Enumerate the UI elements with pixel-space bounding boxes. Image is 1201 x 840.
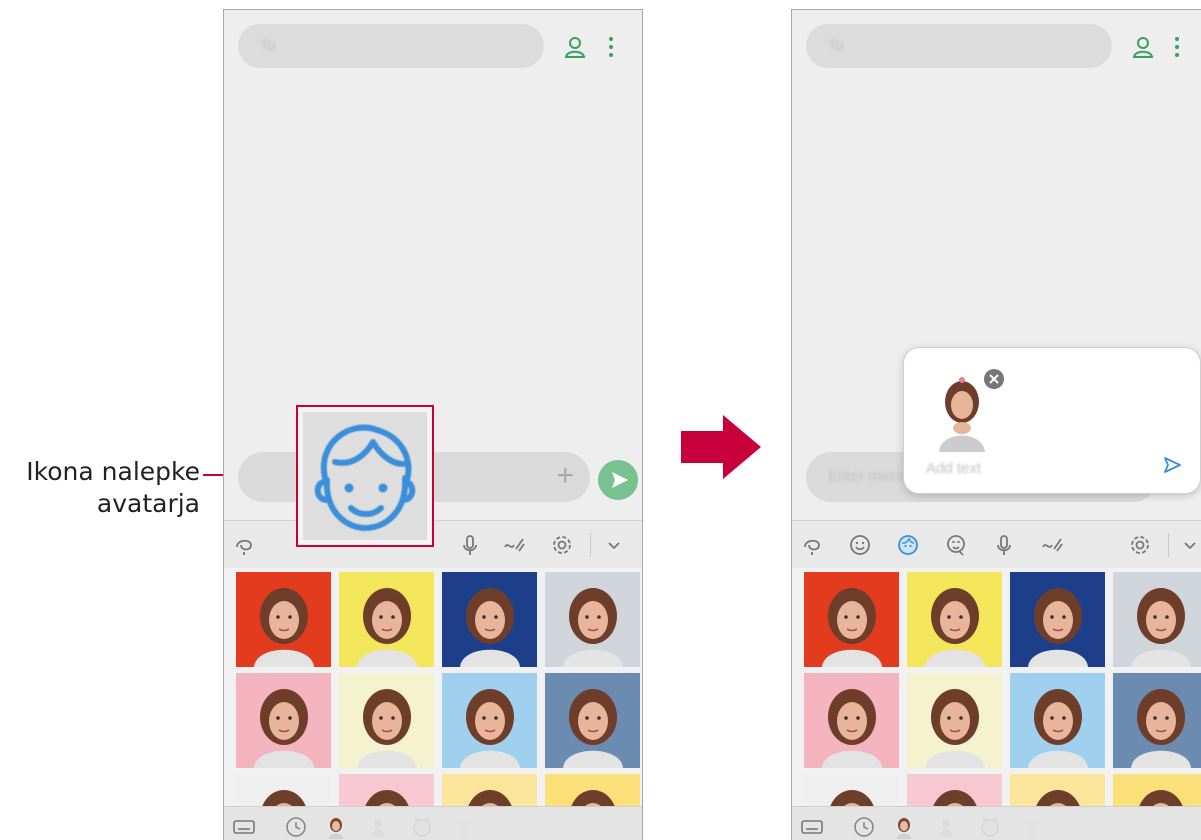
recent-icon[interactable]	[284, 815, 308, 839]
sticker-pack-icon[interactable]	[366, 815, 390, 839]
avatar-sticker-zoom	[296, 405, 434, 547]
contact-icon[interactable]	[1132, 36, 1154, 58]
handwriting-icon[interactable]	[232, 533, 256, 557]
recipient-field[interactable]: To	[238, 24, 544, 68]
gif-icon[interactable]	[944, 533, 968, 557]
send-button[interactable]	[598, 460, 638, 500]
avatar-sticker[interactable]	[545, 572, 640, 667]
recent-icon[interactable]	[852, 815, 876, 839]
keyboard-toolbar	[792, 520, 1201, 568]
sticker-tab-bar	[792, 806, 1201, 840]
microphone-icon[interactable]	[458, 533, 482, 557]
avatar-tab-icon[interactable]	[892, 815, 916, 839]
settings-icon[interactable]	[550, 533, 574, 557]
illustration: Ikona nalepke avatarja To + To Enter mes…	[0, 0, 1201, 840]
callout-line-1: Ikona nalepke	[26, 457, 200, 486]
avatar-sticker[interactable]	[804, 572, 899, 667]
keyboard-icon[interactable]	[800, 815, 824, 839]
remove-sticker-icon[interactable]	[983, 368, 1005, 390]
avatar-sticker[interactable]	[1010, 673, 1105, 768]
avatar-sticker-selected-icon[interactable]	[896, 533, 920, 557]
more-options-icon[interactable]	[1174, 36, 1180, 58]
avatar-sticker[interactable]	[1010, 572, 1105, 667]
animal-sticker-icon[interactable]	[978, 815, 1002, 839]
handwriting-icon[interactable]	[800, 533, 824, 557]
drawing-icon[interactable]	[1040, 533, 1064, 557]
avatar-sticker[interactable]	[907, 572, 1002, 667]
avatar-sticker[interactable]	[1113, 673, 1201, 768]
step-arrow-icon	[681, 415, 761, 479]
send-icon	[612, 472, 628, 488]
sticker-grid	[236, 572, 640, 814]
avatar-sticker[interactable]	[339, 673, 434, 768]
sticker-panel	[792, 568, 1201, 814]
sticker-pack-icon[interactable]	[934, 815, 958, 839]
popup-send-icon[interactable]	[1161, 454, 1183, 476]
microphone-icon[interactable]	[992, 533, 1016, 557]
drawing-icon[interactable]	[502, 533, 526, 557]
top-bar: To	[224, 10, 642, 82]
avatar-tab-icon[interactable]	[324, 815, 348, 839]
zoom-inner	[303, 412, 427, 540]
avatar-sticker[interactable]	[545, 673, 640, 768]
contact-icon[interactable]	[564, 36, 586, 58]
avatar-sticker-icon[interactable]	[303, 412, 427, 540]
toolbar-divider	[590, 533, 591, 557]
sticker-panel	[224, 568, 642, 814]
collapse-icon[interactable]	[602, 533, 626, 557]
recipient-placeholder: To	[260, 37, 276, 54]
animal-sticker-icon[interactable]	[410, 815, 434, 839]
sticker-tab-bar	[224, 806, 642, 840]
settings-icon[interactable]	[1128, 533, 1152, 557]
top-bar: To	[792, 10, 1201, 82]
emoji-icon[interactable]	[848, 533, 872, 557]
toolbar-divider	[1168, 533, 1169, 557]
collapse-icon[interactable]	[1178, 533, 1201, 557]
avatar-sticker[interactable]	[907, 673, 1002, 768]
sticker-grid	[804, 572, 1201, 814]
avatar-sticker[interactable]	[804, 673, 899, 768]
avatar-sticker[interactable]	[236, 572, 331, 667]
avatar-sticker[interactable]	[339, 572, 434, 667]
callout-line-2: avatarja	[96, 489, 200, 518]
popup-text-placeholder: Add text	[926, 460, 982, 477]
avatar-sticker[interactable]	[236, 673, 331, 768]
figure-sticker-icon[interactable]	[1020, 815, 1044, 839]
avatar-sticker[interactable]	[442, 572, 537, 667]
avatar-sticker[interactable]	[1113, 572, 1201, 667]
keyboard-icon[interactable]	[232, 815, 256, 839]
callout-label: Ikona nalepke avatarja	[0, 456, 200, 520]
attach-plus-icon[interactable]: +	[556, 461, 574, 491]
figure-sticker-icon[interactable]	[452, 815, 476, 839]
avatar-sticker[interactable]	[442, 673, 537, 768]
recipient-field[interactable]: To	[806, 24, 1112, 68]
recipient-placeholder: To	[828, 37, 844, 54]
more-options-icon[interactable]	[608, 36, 614, 58]
